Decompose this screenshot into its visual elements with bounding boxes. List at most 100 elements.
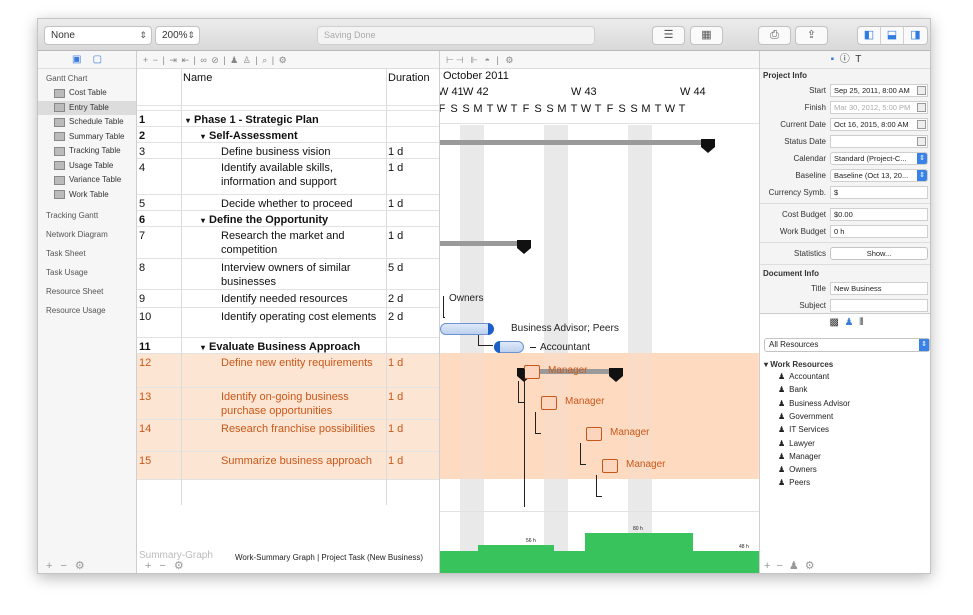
resource-item[interactable]: ♟ Business Advisor bbox=[778, 399, 850, 408]
zoom-fit-icon[interactable]: ⊢⊣ bbox=[446, 55, 466, 65]
task-duration[interactable]: 1 d bbox=[388, 422, 403, 436]
zoom-select[interactable]: 200% ⇕ bbox=[155, 26, 200, 45]
task-name[interactable]: Research the market and competition bbox=[221, 229, 385, 257]
calendar-picker-icon[interactable] bbox=[917, 120, 926, 129]
title-field[interactable]: New Business bbox=[830, 282, 928, 295]
search-icon[interactable]: ⌕ bbox=[262, 55, 268, 65]
task-duration[interactable]: 1 d bbox=[388, 356, 403, 370]
filter-select[interactable]: None ⇕ bbox=[44, 26, 152, 45]
left-panel-toggle-icon[interactable]: ◧ bbox=[858, 27, 881, 44]
task-duration[interactable]: 1 d bbox=[388, 161, 403, 175]
task-duration[interactable]: 1 d bbox=[388, 145, 403, 159]
document-icon[interactable]: ▪ bbox=[831, 54, 835, 65]
link-icon[interactable]: ∞ bbox=[200, 55, 207, 65]
baseline-select[interactable]: Baseline (Oct 13, 20... ⇕ bbox=[830, 169, 928, 182]
task-duration[interactable]: 1 d bbox=[388, 454, 403, 468]
summary-bar[interactable] bbox=[440, 241, 524, 246]
task-duration[interactable]: 1 d bbox=[388, 390, 403, 404]
right-panel-toggle-icon[interactable]: ◨ bbox=[904, 27, 927, 44]
comment-icon[interactable]: ▢ bbox=[93, 54, 102, 65]
currency-field[interactable]: $ bbox=[830, 186, 928, 199]
info-icon[interactable]: ⓘ bbox=[840, 54, 850, 65]
remove-task-icon[interactable]: − bbox=[153, 55, 159, 65]
scroll-to-task-icon[interactable]: ⊩ bbox=[470, 55, 480, 65]
print-button[interactable]: ⎙ bbox=[758, 26, 791, 45]
resource-item[interactable]: ♟ Manager bbox=[778, 452, 821, 461]
sidebar-item-gantt-chart[interactable]: Gantt Chart bbox=[38, 71, 136, 86]
add-icon[interactable]: + bbox=[764, 560, 776, 572]
sidebar-item-resource-usage[interactable]: Resource Usage bbox=[38, 301, 136, 320]
disclosure-triangle-icon[interactable]: ▾ bbox=[201, 132, 205, 141]
share-button[interactable]: ⇪ bbox=[795, 26, 828, 45]
date-field-status-date[interactable] bbox=[830, 135, 928, 148]
group-icon[interactable]: ♟ bbox=[789, 560, 805, 572]
resource-group-work[interactable]: ▾ Work Resources bbox=[764, 360, 833, 369]
person-icon[interactable]: ♙ bbox=[243, 55, 252, 65]
calendar-view-button[interactable]: ▦ bbox=[690, 26, 723, 45]
resource-item[interactable]: ♟ Peers bbox=[778, 478, 810, 487]
task-bar-manager[interactable] bbox=[602, 459, 618, 473]
task-name[interactable]: Decide whether to proceed bbox=[221, 197, 385, 211]
sidebar-item-schedule-table[interactable]: Schedule Table bbox=[38, 115, 136, 130]
task-name[interactable]: Summarize business approach bbox=[221, 454, 385, 468]
calendar-icon[interactable]: ▩ bbox=[830, 317, 839, 328]
gear-icon[interactable]: ⚙ bbox=[805, 560, 821, 572]
column-header-duration[interactable]: Duration bbox=[388, 69, 430, 87]
subject-field[interactable] bbox=[830, 299, 928, 312]
task-name[interactable]: Identify needed resources bbox=[221, 292, 385, 306]
resource-item[interactable]: ♟ Owners bbox=[778, 465, 817, 474]
task-name[interactable]: Interview owners of similar businesses bbox=[221, 261, 385, 289]
task-name[interactable]: Identify on-going business purchase oppo… bbox=[221, 390, 385, 418]
remove-icon[interactable]: − bbox=[159, 560, 173, 572]
outdent-icon[interactable]: ⇤ bbox=[181, 55, 190, 65]
task-name[interactable]: Identify available skills, information a… bbox=[221, 161, 385, 189]
statistics-show-button[interactable]: Show... bbox=[830, 247, 928, 260]
disclosure-triangle-icon[interactable]: ▾ bbox=[201, 216, 205, 225]
remove-icon[interactable]: − bbox=[60, 560, 74, 572]
sidebar-item-tracking-table[interactable]: Tracking Table bbox=[38, 144, 136, 159]
work-budget-field[interactable]: 0 h bbox=[830, 225, 928, 238]
remove-icon[interactable]: − bbox=[776, 560, 788, 572]
calendar-picker-icon[interactable] bbox=[917, 137, 926, 146]
task-bar-manager[interactable] bbox=[524, 365, 540, 379]
text-style-icon[interactable]: T bbox=[855, 54, 861, 65]
calendar-picker-icon[interactable] bbox=[917, 86, 926, 95]
task-name[interactable]: Define business vision bbox=[221, 145, 385, 159]
task-name[interactable]: Define new entity requirements bbox=[221, 356, 385, 370]
task-name[interactable]: Identify operating cost elements bbox=[221, 310, 385, 324]
settings-icon[interactable]: ⚙ bbox=[279, 55, 288, 65]
cost-budget-field[interactable]: $0.00 bbox=[830, 208, 928, 221]
resource-item[interactable]: ♟ IT Services bbox=[778, 425, 829, 434]
add-icon[interactable]: + bbox=[145, 560, 159, 572]
summary-bar[interactable] bbox=[440, 140, 708, 145]
disclosure-triangle-icon[interactable]: ▾ bbox=[201, 343, 205, 352]
sidebar-item-variance-table[interactable]: Variance Table bbox=[38, 173, 136, 188]
add-task-icon[interactable]: + bbox=[143, 55, 149, 65]
gear-icon[interactable]: ⚙ bbox=[174, 560, 192, 572]
calendar-picker-icon[interactable] bbox=[917, 103, 926, 112]
unlink-icon[interactable]: ⊘ bbox=[211, 55, 220, 65]
task-duration[interactable]: 2 d bbox=[388, 310, 403, 324]
sidebar-item-usage-table[interactable]: Usage Table bbox=[38, 159, 136, 174]
resource-item[interactable]: ♟ Lawyer bbox=[778, 439, 815, 448]
task-duration[interactable]: 1 d bbox=[388, 197, 403, 211]
task-duration[interactable]: 1 d bbox=[388, 229, 403, 243]
column-header-name[interactable]: Name bbox=[183, 69, 212, 87]
task-bar-manager[interactable] bbox=[586, 427, 602, 441]
indent-icon[interactable]: ⇥ bbox=[169, 55, 178, 65]
resource-filter-select[interactable]: All Resources ⇕ bbox=[764, 338, 930, 352]
gantt-settings-icon[interactable]: ⚙ bbox=[505, 55, 515, 65]
task-bar-manager[interactable] bbox=[541, 396, 557, 410]
sidebar-item-work-table[interactable]: Work Table bbox=[38, 188, 136, 203]
sidebar-item-task-usage[interactable]: Task Usage bbox=[38, 263, 136, 282]
sidebar-item-cost-table[interactable]: Cost Table bbox=[38, 86, 136, 101]
resource-item[interactable]: ♟ Bank bbox=[778, 385, 807, 394]
sidebar-item-tracking-gantt[interactable]: Tracking Gantt bbox=[38, 206, 136, 225]
date-field-start[interactable]: Sep 25, 2011, 8:00 AM bbox=[830, 84, 928, 97]
sidebar-item-entry-table[interactable]: Entry Table bbox=[38, 100, 136, 115]
date-field-finish[interactable]: Mar 30, 2012, 5:00 PM bbox=[830, 101, 928, 114]
sidebar-item-task-sheet[interactable]: Task Sheet bbox=[38, 244, 136, 263]
bottom-panel-toggle-icon[interactable]: ⬓ bbox=[881, 27, 904, 44]
gantt-chart-icon[interactable]: ▣ bbox=[72, 54, 81, 65]
resource-item[interactable]: ♟ Accountant bbox=[778, 372, 829, 381]
